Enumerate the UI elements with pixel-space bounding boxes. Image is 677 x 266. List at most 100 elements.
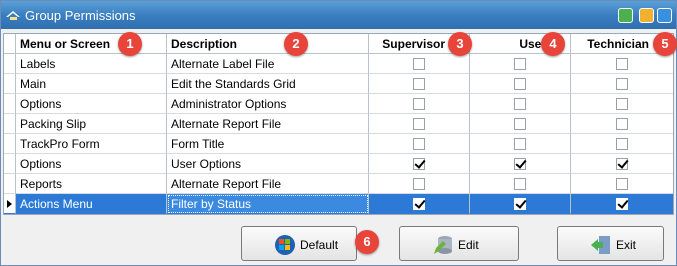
cell-technician <box>571 94 673 114</box>
supervisor-checkbox[interactable] <box>413 57 425 70</box>
callout-badge-6: 6 <box>355 230 379 254</box>
header-indicator <box>4 34 16 54</box>
callout-badge-5: 5 <box>653 32 677 56</box>
cell-technician <box>571 74 673 94</box>
header-description[interactable]: Description <box>167 34 369 54</box>
user-checkbox[interactable] <box>514 197 526 210</box>
cell-description[interactable]: User Options <box>167 154 369 174</box>
cell-menu-or-screen[interactable]: Options <box>16 94 167 114</box>
exit-button-label: Exit <box>616 238 637 252</box>
cell-supervisor <box>369 114 470 134</box>
user-checkbox[interactable] <box>514 137 526 150</box>
user-checkbox[interactable] <box>514 157 526 170</box>
default-button[interactable]: Default <box>241 226 357 261</box>
row-indicator <box>4 134 16 154</box>
supervisor-checkbox[interactable] <box>413 117 425 130</box>
cell-menu-or-screen[interactable]: Main <box>16 74 167 94</box>
supervisor-checkbox[interactable] <box>413 77 425 90</box>
cell-description[interactable]: Form Title <box>167 134 369 154</box>
maximize-icon[interactable] <box>657 8 672 23</box>
table-row[interactable]: Labels Alternate Label File <box>4 54 673 74</box>
row-indicator <box>4 154 16 174</box>
technician-checkbox[interactable] <box>616 97 628 110</box>
minimize-icon[interactable] <box>639 8 654 23</box>
callout-badge-2: 2 <box>284 32 308 56</box>
cell-description[interactable]: Filter by Status <box>167 194 369 214</box>
cell-description[interactable]: Administrator Options <box>167 94 369 114</box>
user-checkbox[interactable] <box>514 97 526 110</box>
technician-checkbox[interactable] <box>616 157 628 170</box>
table-row[interactable]: Packing Slip Alternate Report File <box>4 114 673 134</box>
cell-technician <box>571 194 673 214</box>
default-button-label: Default <box>300 238 339 252</box>
callout-badge-1: 1 <box>118 32 142 56</box>
cell-user <box>470 134 571 154</box>
cell-menu-or-screen[interactable]: Options <box>16 154 167 174</box>
user-checkbox[interactable] <box>514 57 526 70</box>
cell-menu-or-screen[interactable]: TrackPro Form <box>16 134 167 154</box>
supervisor-checkbox[interactable] <box>413 157 425 170</box>
cell-user <box>470 54 571 74</box>
app-icon <box>6 11 20 20</box>
edit-button[interactable]: Edit <box>399 226 519 261</box>
edit-button-label: Edit <box>458 238 479 252</box>
cell-technician <box>571 154 673 174</box>
technician-checkbox[interactable] <box>616 57 628 70</box>
technician-checkbox[interactable] <box>616 77 628 90</box>
table-row[interactable]: Options Administrator Options <box>4 94 673 114</box>
cell-menu-or-screen[interactable]: Actions Menu <box>16 194 167 214</box>
cell-supervisor <box>369 174 470 194</box>
permissions-grid[interactable]: Menu or Screen Description Supervisor Us… <box>3 33 674 215</box>
cell-user <box>470 174 571 194</box>
row-indicator <box>4 74 16 94</box>
user-checkbox[interactable] <box>514 117 526 130</box>
cell-supervisor <box>369 194 470 214</box>
row-indicator <box>4 114 16 134</box>
database-edit-icon <box>434 236 452 254</box>
cell-user <box>470 154 571 174</box>
window-title: Group Permissions <box>25 8 136 23</box>
supervisor-checkbox[interactable] <box>413 97 425 110</box>
row-indicator <box>4 54 16 74</box>
cell-user <box>470 94 571 114</box>
cell-description[interactable]: Alternate Report File <box>167 114 369 134</box>
help-icon[interactable] <box>618 8 633 23</box>
user-checkbox[interactable] <box>514 77 526 90</box>
table-row[interactable]: Options User Options <box>4 154 673 174</box>
supervisor-checkbox[interactable] <box>413 137 425 150</box>
windows-logo-icon <box>275 235 295 255</box>
table-row[interactable]: Reports Alternate Report File <box>4 174 673 194</box>
callout-badge-3: 3 <box>448 32 472 56</box>
cell-user <box>470 74 571 94</box>
cell-menu-or-screen[interactable]: Labels <box>16 54 167 74</box>
cell-description[interactable]: Edit the Standards Grid <box>167 74 369 94</box>
table-row[interactable]: Actions Menu Filter by Status <box>4 194 673 214</box>
cell-supervisor <box>369 94 470 114</box>
cell-user <box>470 194 571 214</box>
cell-supervisor <box>369 134 470 154</box>
current-row-arrow-icon <box>7 200 12 208</box>
cell-menu-or-screen[interactable]: Reports <box>16 174 167 194</box>
table-row[interactable]: TrackPro Form Form Title <box>4 134 673 154</box>
supervisor-checkbox[interactable] <box>413 177 425 190</box>
cell-technician <box>571 134 673 154</box>
user-checkbox[interactable] <box>514 177 526 190</box>
technician-checkbox[interactable] <box>616 177 628 190</box>
exit-door-icon <box>591 236 610 254</box>
cell-technician <box>571 174 673 194</box>
cell-technician <box>571 54 673 74</box>
technician-checkbox[interactable] <box>616 137 628 150</box>
cell-user <box>470 114 571 134</box>
table-row[interactable]: Main Edit the Standards Grid <box>4 74 673 94</box>
cell-supervisor <box>369 54 470 74</box>
supervisor-checkbox[interactable] <box>413 197 425 210</box>
technician-checkbox[interactable] <box>616 197 628 210</box>
header-menu-or-screen[interactable]: Menu or Screen <box>16 34 167 54</box>
cell-menu-or-screen[interactable]: Packing Slip <box>16 114 167 134</box>
row-indicator <box>4 194 16 214</box>
exit-button[interactable]: Exit <box>557 226 664 261</box>
technician-checkbox[interactable] <box>616 117 628 130</box>
callout-badge-4: 4 <box>541 32 565 56</box>
cell-description[interactable]: Alternate Label File <box>167 54 369 74</box>
cell-description[interactable]: Alternate Report File <box>167 174 369 194</box>
